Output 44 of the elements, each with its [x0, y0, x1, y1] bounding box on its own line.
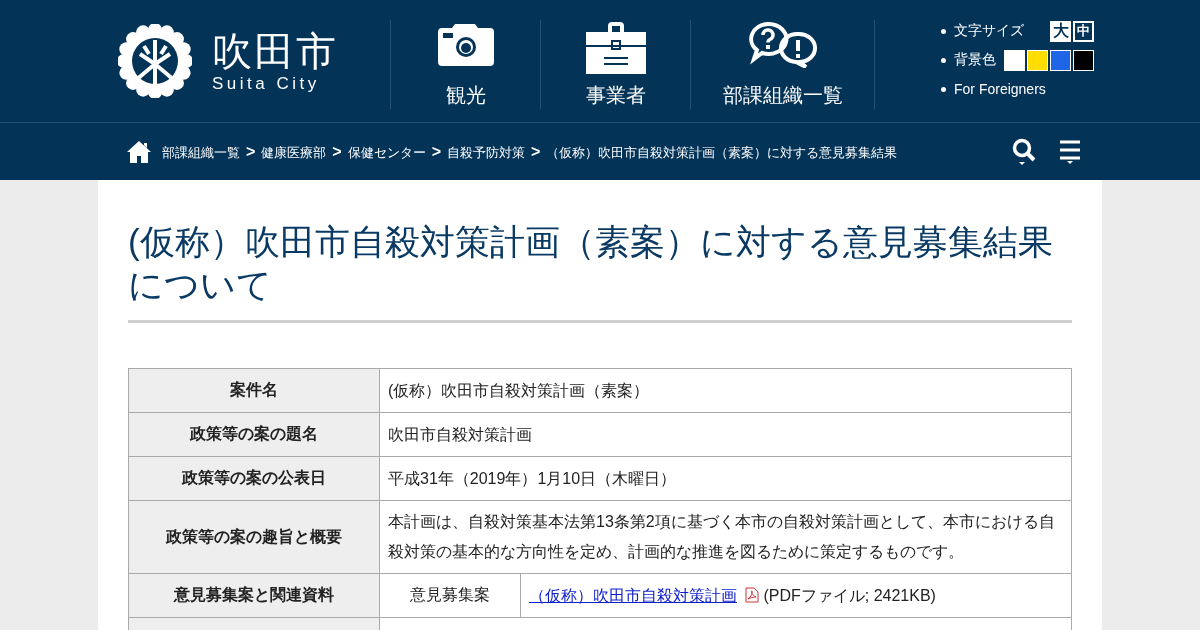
briefcase-icon: [585, 22, 646, 74]
table-cell: 意見募集案: [379, 573, 521, 618]
search-icon[interactable]: [1012, 137, 1038, 166]
breadcrumb-link[interactable]: 健康医療部: [261, 144, 327, 162]
font-size-label: 文字サイズ: [954, 22, 1024, 40]
site-subtitle: Suita City: [212, 74, 321, 94]
camera-icon: [437, 22, 494, 66]
menu-icon[interactable]: [1058, 138, 1082, 165]
site-title: 吹田市: [212, 28, 338, 74]
nav-link[interactable]: 観光: [390, 20, 540, 109]
breadcrumb-link[interactable]: 保健センター: [347, 144, 426, 162]
breadcrumb-separator: >: [332, 142, 342, 161]
breadcrumb-separator: >: [431, 142, 442, 161]
color-swatch[interactable]: [1027, 49, 1048, 71]
color-swatch[interactable]: [1073, 49, 1094, 71]
table-cell: 平成31年（2019年）1月10日（木曜日）: [379, 456, 1072, 501]
file-info: (PDFファイル; 2421KB): [763, 586, 936, 604]
nav-link[interactable]: 事業者: [540, 20, 690, 109]
page-title: (仮称）吹田市自殺対策計画（素案）に対する意見募集結果について: [128, 220, 1072, 323]
breadcrumb-separator: >: [531, 142, 541, 161]
table-cell: 吹田市自殺対策計画: [379, 412, 1072, 457]
table-cell: (仮称）吹田市自殺対策計画（素案）: [379, 368, 1072, 413]
row-header: 政策等の案の題名: [128, 412, 380, 457]
background-color-label: 背景色: [954, 51, 996, 69]
nav-link[interactable]: 部課組織一覧: [690, 20, 874, 109]
foreign-language-link[interactable]: For Foreigners: [954, 81, 1046, 97]
table-cell: 本計画は、自殺対策基本法第13条第2項に基づく本市の自殺対策計画として、本市における自殺対策の基本的な方向性を定め、計画的な推進を図るために策定するものです。: [379, 500, 1072, 574]
row-header: 政策等の案の趣旨と概要: [128, 500, 380, 574]
home-icon[interactable]: [126, 139, 152, 164]
color-swatch[interactable]: [1004, 49, 1025, 71]
city-emblem-icon: [118, 24, 192, 98]
color-swatch[interactable]: [1050, 49, 1071, 71]
breadcrumb-current: （仮称）吹田市自殺対策計画（素案）に対する意見募集結果: [546, 144, 898, 162]
font-size-button[interactable]: 大: [1050, 20, 1071, 42]
breadcrumb-link[interactable]: 自殺予防対策: [447, 144, 526, 162]
row-header: 政策等の案の公表日: [128, 456, 380, 501]
document-link[interactable]: （仮称）吹田市自殺対策計画: [529, 586, 737, 604]
font-size-button[interactable]: 中: [1073, 20, 1094, 42]
row-header: 意見募集案と関連資料: [128, 573, 380, 618]
breadcrumb-separator: >: [246, 142, 256, 161]
speech-bubbles-icon: [747, 22, 818, 68]
row-header: 案件名: [128, 368, 380, 413]
breadcrumb-link[interactable]: 部課組織一覧: [162, 144, 240, 162]
pdf-icon: [745, 586, 760, 603]
